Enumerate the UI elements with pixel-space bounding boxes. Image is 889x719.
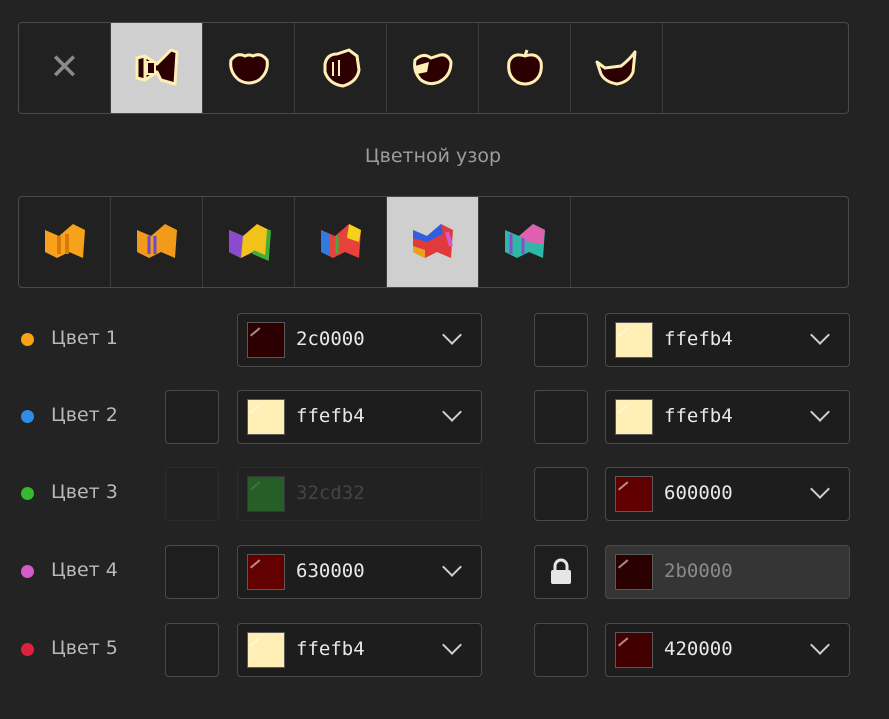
color-hex-value: 600000 <box>664 482 733 504</box>
color-hex-value: 2b0000 <box>664 560 733 582</box>
shape-tile-heart-split[interactable] <box>387 23 479 113</box>
color-swatch <box>615 322 653 358</box>
heart-round-shape-icon <box>228 53 269 85</box>
lock-icon <box>551 558 571 584</box>
color-dot <box>21 643 34 656</box>
color-swatch <box>615 554 653 590</box>
color-dot <box>21 333 34 346</box>
pattern-tile-4[interactable] <box>295 197 387 287</box>
secondary-toggle-square[interactable] <box>534 623 588 677</box>
color-hex-value: 2c0000 <box>296 328 365 350</box>
lock-toggle-button[interactable] <box>534 545 588 599</box>
chevron-down-icon <box>810 402 830 422</box>
color-hex-value: ffefb4 <box>296 405 365 427</box>
shape-tile-bow-tie[interactable] <box>111 23 203 113</box>
color-swatch <box>247 322 285 358</box>
primary-color-dropdown[interactable]: ffefb4 <box>237 623 482 677</box>
secondary-color-dropdown[interactable]: 420000 <box>605 623 850 677</box>
secondary-color-dropdown[interactable]: ffefb4 <box>605 313 850 367</box>
color-row-label: Цвет 5 <box>51 637 118 659</box>
shape-tile-cup[interactable] <box>571 23 663 113</box>
pattern-orange-stripes-icon <box>136 224 177 258</box>
color-row-3: Цвет 3 32cd32 600000 <box>0 467 889 521</box>
apple-shape-icon <box>506 49 543 86</box>
secondary-color-dropdown: 2b0000 <box>605 545 850 599</box>
color-row-label: Цвет 1 <box>51 327 118 349</box>
color-dot <box>21 565 34 578</box>
pattern-tile-6[interactable] <box>479 197 571 287</box>
color-row-label: Цвет 4 <box>51 559 118 581</box>
color-hex-value: 420000 <box>664 638 733 660</box>
color-dot <box>21 487 34 500</box>
color-row-label: Цвет 3 <box>51 481 118 503</box>
color-swatch <box>615 632 653 668</box>
color-row-4: Цвет 4 630000 2b0000 <box>0 545 889 599</box>
secondary-toggle-square[interactable] <box>534 467 588 521</box>
primary-color-dropdown[interactable]: 630000 <box>237 545 482 599</box>
shape-tile-heart-knot[interactable] <box>295 23 387 113</box>
chevron-down-icon <box>442 402 462 422</box>
chevron-down-icon <box>810 479 830 499</box>
color-row-2: Цвет 2 ffefb4 ffefb4 <box>0 390 889 444</box>
primary-toggle-square[interactable] <box>165 390 219 444</box>
shape-tile-heart-round[interactable] <box>203 23 295 113</box>
pattern-tile-3[interactable] <box>203 197 295 287</box>
primary-toggle-square[interactable] <box>165 545 219 599</box>
color-swatch <box>615 476 653 512</box>
color-hex-value: ffefb4 <box>664 405 733 427</box>
color-row-label: Цвет 2 <box>51 404 118 426</box>
heart-knot-shape-icon <box>323 48 361 88</box>
color-swatch <box>247 554 285 590</box>
chevron-down-icon <box>442 635 462 655</box>
pattern-selector <box>18 196 849 288</box>
chevron-down-icon <box>810 325 830 345</box>
section-title: Цветной узор <box>364 145 502 167</box>
chevron-down-icon <box>442 325 462 345</box>
color-hex-value: 32cd32 <box>296 482 365 504</box>
secondary-toggle-square[interactable] <box>534 313 588 367</box>
pattern-purple-yellow-icon <box>228 224 271 261</box>
pattern-rainbow-icon <box>320 224 361 258</box>
pattern-red-blue-icon <box>412 224 453 258</box>
primary-toggle-square[interactable] <box>165 623 219 677</box>
secondary-toggle-square[interactable] <box>534 390 588 444</box>
color-swatch <box>247 399 285 435</box>
pattern-tile-2[interactable] <box>111 197 203 287</box>
heart-split-shape-icon <box>412 53 453 86</box>
secondary-color-dropdown[interactable]: 600000 <box>605 467 850 521</box>
pattern-teal-pink-icon <box>504 224 545 258</box>
color-hex-value: ffefb4 <box>296 638 365 660</box>
pattern-tile-1[interactable] <box>19 197 111 287</box>
color-row-1: Цвет 1 2c0000 ffefb4 <box>0 313 889 367</box>
color-hex-value: ffefb4 <box>664 328 733 350</box>
shape-tile-apple[interactable] <box>479 23 571 113</box>
color-swatch <box>615 399 653 435</box>
primary-color-dropdown: 32cd32 <box>237 467 482 521</box>
bow-tie-shape-icon <box>135 48 178 86</box>
color-row-5: Цвет 5 ffefb4 420000 <box>0 623 889 677</box>
secondary-color-dropdown[interactable]: ffefb4 <box>605 390 850 444</box>
shape-none-tile[interactable]: ✕ <box>19 23 111 113</box>
chevron-down-icon <box>810 635 830 655</box>
color-hex-value: 630000 <box>296 560 365 582</box>
color-dot <box>21 410 34 423</box>
primary-color-dropdown[interactable]: 2c0000 <box>237 313 482 367</box>
primary-toggle-square <box>165 467 219 521</box>
pattern-orange-icon <box>44 224 85 258</box>
chevron-down-icon <box>442 557 462 577</box>
primary-color-dropdown[interactable]: ffefb4 <box>237 390 482 444</box>
pattern-tile-5[interactable] <box>387 197 479 287</box>
color-swatch <box>247 632 285 668</box>
color-swatch <box>247 476 285 512</box>
close-icon: ✕ <box>49 47 80 88</box>
shape-selector: ✕ <box>18 22 849 114</box>
cup-shape-icon <box>595 50 636 86</box>
